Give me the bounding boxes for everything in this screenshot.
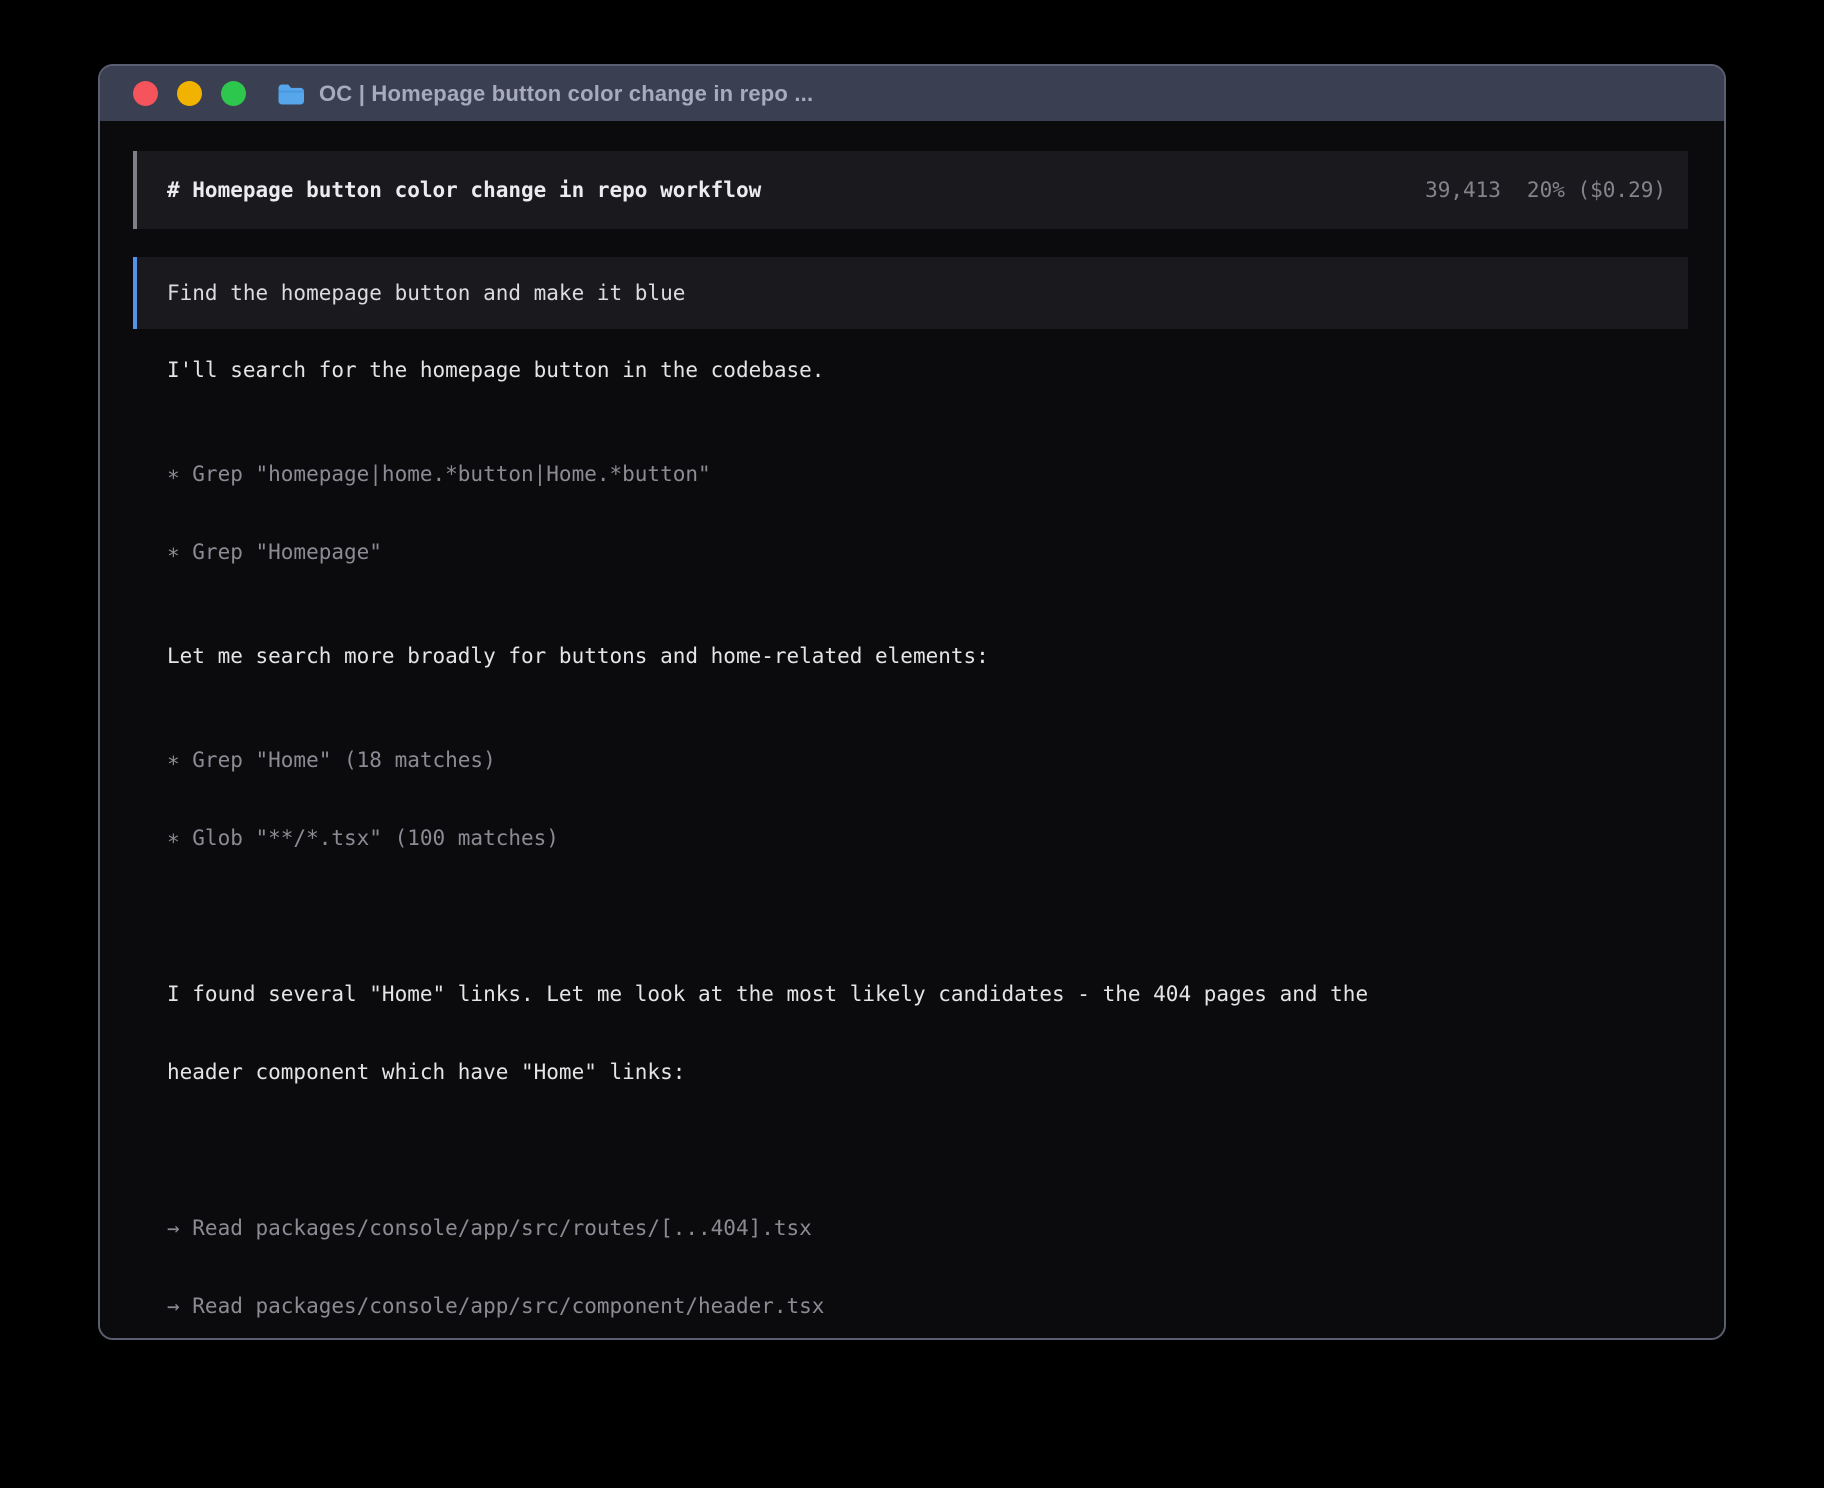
tool-call-read: → Read packages/console/app/src/componen…	[167, 1293, 1688, 1319]
terminal-content: # Homepage button color change in repo w…	[100, 121, 1724, 1340]
tool-call-group: → Read packages/console/app/src/routes/[…	[167, 1163, 1688, 1340]
minimize-button[interactable]	[177, 81, 202, 106]
tool-call-group: ∗ Grep "Home" (18 matches) ∗ Glob "**/*.…	[167, 695, 1688, 903]
user-message: Find the homepage button and make it blu…	[133, 257, 1688, 329]
window-title: OC | Homepage button color change in rep…	[319, 81, 813, 107]
tool-call-grep: ∗ Grep "Home" (18 matches)	[167, 747, 1688, 773]
zoom-button[interactable]	[221, 81, 246, 106]
tool-call-read: → Read packages/console/app/src/routes/[…	[167, 1215, 1688, 1241]
traffic-lights	[133, 81, 246, 106]
token-count: 39,413	[1425, 177, 1501, 203]
tool-call-glob: ∗ Glob "**/*.tsx" (100 matches)	[167, 825, 1688, 851]
assistant-text-line: I found several "Home" links. Let me loo…	[167, 981, 1688, 1007]
session-title: # Homepage button color change in repo w…	[167, 177, 761, 203]
tool-call-group: ∗ Grep "homepage|home.*button|Home.*butt…	[167, 409, 1688, 617]
tool-call-grep: ∗ Grep "homepage|home.*button|Home.*butt…	[167, 461, 1688, 487]
titlebar[interactable]: OC | Homepage button color change in rep…	[100, 66, 1724, 121]
assistant-text-intro: I'll search for the homepage button in t…	[167, 357, 1688, 383]
user-message-text: Find the homepage button and make it blu…	[167, 280, 685, 306]
assistant-text-found: I found several "Home" links. Let me loo…	[167, 929, 1688, 1137]
close-button[interactable]	[133, 81, 158, 106]
terminal-window: OC | Homepage button color change in rep…	[98, 64, 1726, 1340]
tool-call-grep: ∗ Grep "Homepage"	[167, 539, 1688, 565]
conversation: I'll search for the homepage button in t…	[167, 357, 1688, 1340]
assistant-text-broader: Let me search more broadly for buttons a…	[167, 643, 1688, 669]
session-metrics: 39,413 20% ($0.29)	[1425, 177, 1666, 203]
folder-icon	[277, 83, 305, 105]
context-cost: 20% ($0.29)	[1527, 177, 1666, 203]
assistant-text-line: header component which have "Home" links…	[167, 1059, 1688, 1085]
session-header: # Homepage button color change in repo w…	[133, 151, 1688, 229]
